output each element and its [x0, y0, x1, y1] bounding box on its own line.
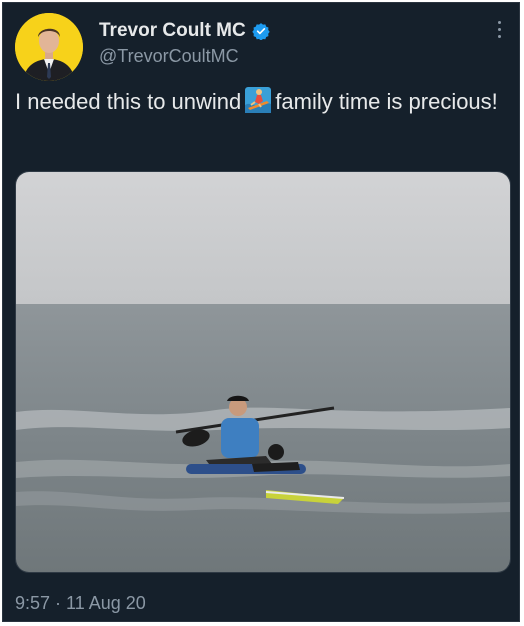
tweet-photo[interactable]: [15, 171, 511, 573]
verified-badge-icon: [252, 23, 270, 40]
tweet-text-part-1: I needed this to unwind: [15, 89, 242, 114]
beach-paddleboard-photo: [16, 172, 510, 572]
avatar[interactable]: [15, 13, 83, 81]
tweet-text-part-2: family time is precious!: [275, 89, 498, 114]
tweet-card: Trevor Coult MC @TrevorCoultMC I needed …: [2, 2, 520, 622]
author-handle[interactable]: @TrevorCoultMC: [99, 46, 239, 67]
tweet-text: I needed this to unwind family time is p…: [15, 87, 505, 116]
avatar-image: [15, 13, 83, 81]
more-options-icon[interactable]: [497, 21, 503, 41]
tweet-timestamp[interactable]: 9:57 · 11 Aug 20: [15, 593, 146, 614]
person-surfing-emoji: [245, 87, 272, 113]
author-name[interactable]: Trevor Coult MC: [99, 20, 246, 42]
